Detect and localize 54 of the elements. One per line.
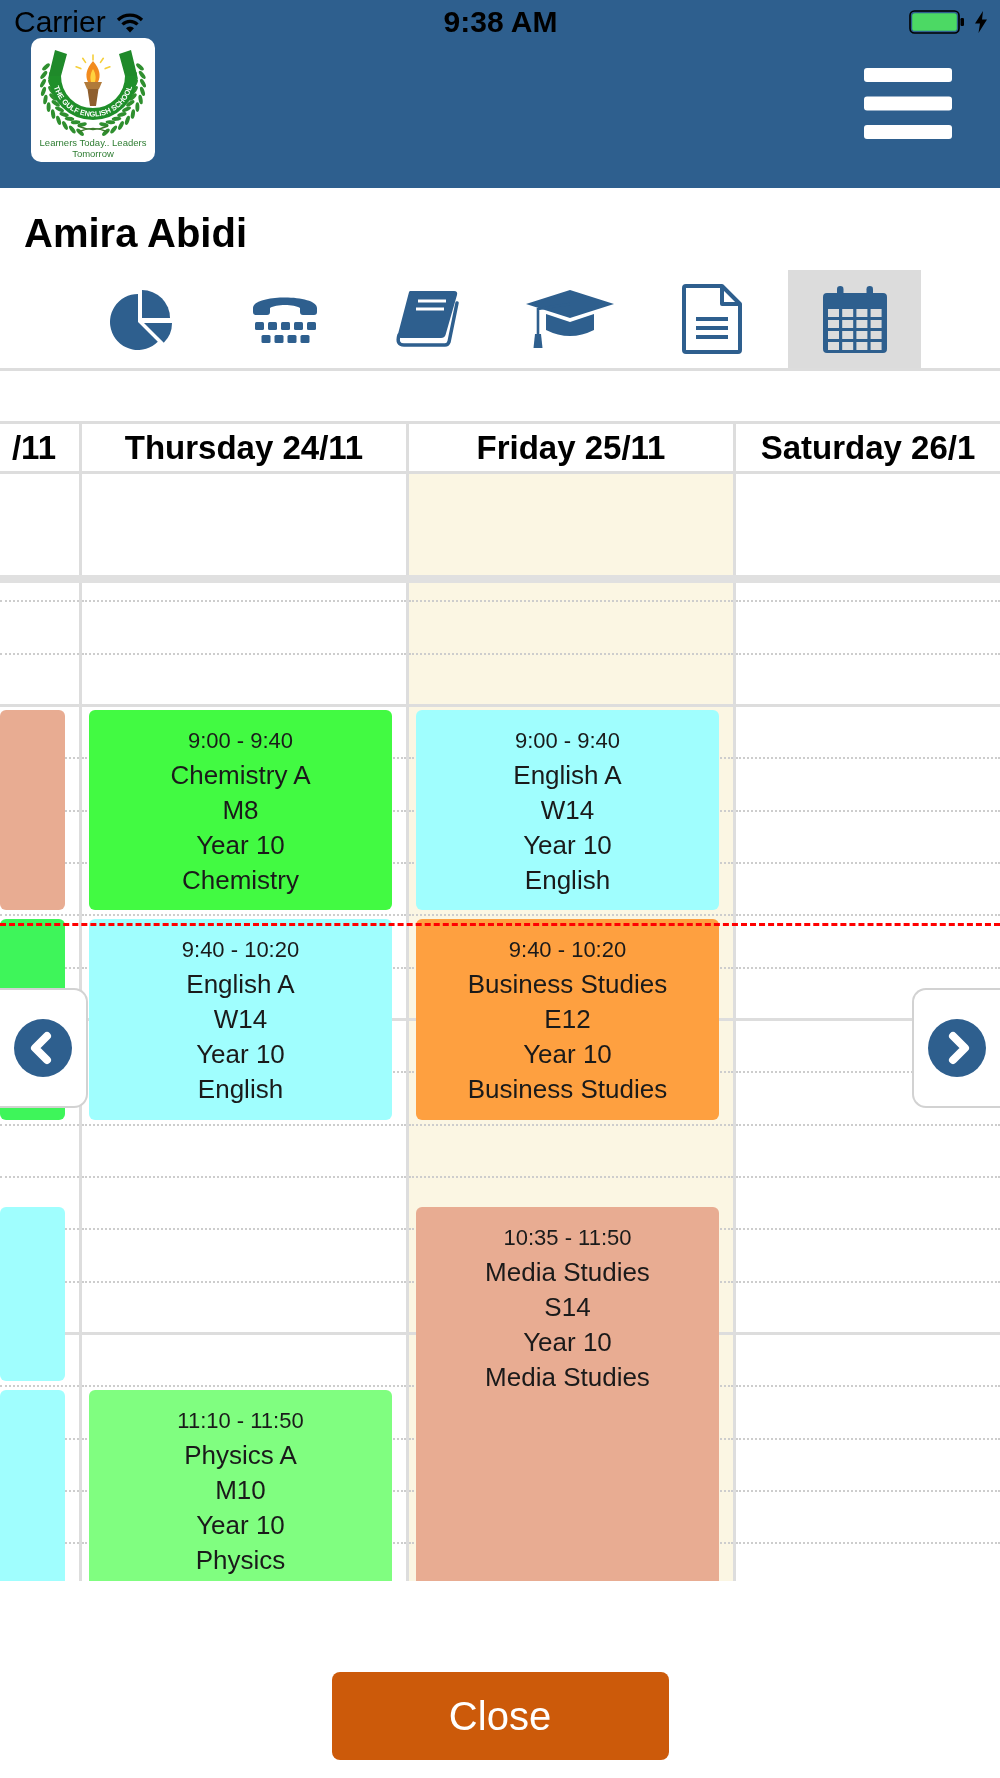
next-button[interactable]: [912, 988, 1000, 1108]
school-motto-text: Learners Today.. Leaders Tomorrow: [38, 138, 148, 159]
document-icon: [682, 284, 743, 354]
day-label: Saturday 26/1: [760, 427, 976, 468]
lesson-title: English A: [186, 968, 295, 1002]
day-label: Friday 25/11: [476, 427, 666, 468]
subject-name: Chemistry: [182, 863, 299, 897]
lesson-time: 9:40 - 10:20: [508, 936, 627, 965]
status-time: 9:38 AM: [443, 6, 558, 38]
year-group: Year 10: [523, 1037, 612, 1073]
day-label: /11: [11, 427, 56, 468]
year-group: Year 10: [523, 827, 612, 863]
lesson-time: 11:10 - 11:50: [177, 1407, 304, 1436]
lesson-title: English A: [513, 758, 622, 792]
subject-name: Physics: [195, 1544, 286, 1578]
room-number: W14: [213, 1003, 268, 1037]
book-icon: [395, 289, 460, 349]
lesson-time: 10:35 - 11:50: [503, 1224, 632, 1253]
charging-bolt-icon: [975, 11, 987, 33]
menu-button[interactable]: [864, 68, 952, 139]
subject-name: English: [197, 1073, 284, 1107]
subject-name: Media Studies: [485, 1361, 650, 1395]
lesson-title: Chemistry A: [170, 758, 311, 792]
previous-button[interactable]: [0, 988, 88, 1108]
room-number: E12: [544, 1003, 591, 1037]
calendar-icon: [822, 285, 887, 353]
year-group: Year 10: [196, 827, 285, 863]
chevron-left-icon: [14, 1019, 72, 1077]
room-number: S14: [544, 1291, 591, 1325]
lesson-time: 9:00 - 9:40: [187, 726, 294, 755]
student-name: Amira Abidi: [24, 210, 247, 256]
year-group: Year 10: [523, 1325, 612, 1361]
close-button[interactable]: Close: [331, 1672, 669, 1760]
room-number: M8: [222, 793, 259, 827]
room-number: M10: [215, 1474, 266, 1508]
chevron-right-icon: [928, 1019, 986, 1077]
tab[interactable]: [788, 270, 922, 368]
pie-chart-icon: [109, 287, 175, 351]
subject-name: English: [524, 863, 611, 897]
lesson-title: Business Studies: [467, 968, 668, 1002]
wifi-icon: [115, 11, 144, 33]
battery-icon: [909, 10, 965, 34]
day-label: Thursday 24/11: [124, 427, 364, 468]
year-group: Year 10: [196, 1508, 285, 1544]
subject-name: Business Studies: [467, 1073, 668, 1107]
room-number: W14: [540, 793, 595, 827]
graduation-cap-icon: [525, 290, 614, 348]
year-group: Year 10: [196, 1037, 285, 1073]
lesson-time: 9:00 - 9:40: [514, 726, 621, 755]
lesson-title: Physics A: [184, 1439, 297, 1473]
lesson-title: Media Studies: [485, 1256, 650, 1290]
menu-icon: [864, 68, 952, 139]
lesson-time: 9:40 - 10:20: [181, 936, 300, 965]
carrier-name: Carrier: [14, 6, 106, 38]
